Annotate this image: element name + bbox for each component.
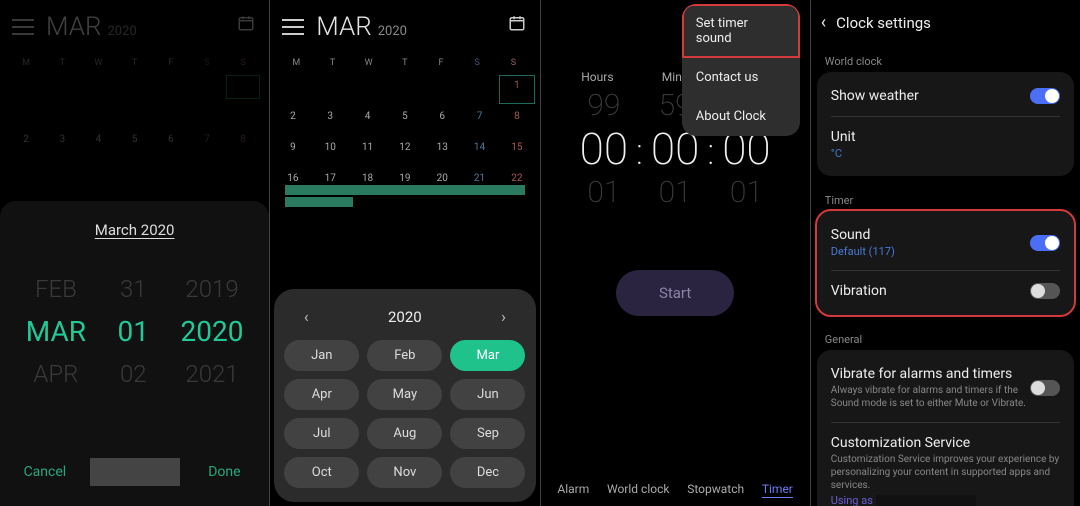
menu-about-clock[interactable]: About Clock bbox=[682, 97, 800, 136]
overflow-menu: Set timer sound Contact us About Clock bbox=[682, 4, 800, 136]
calendar-icon[interactable] bbox=[508, 14, 526, 32]
toggle-vibrate-alarms[interactable] bbox=[1030, 380, 1060, 396]
bottom-tabs: Alarm World clock Stopwatch Timer bbox=[541, 482, 810, 496]
menu-icon[interactable] bbox=[282, 19, 304, 35]
month-oct[interactable]: Oct bbox=[284, 457, 359, 488]
header-month: MAR bbox=[316, 12, 372, 42]
back-icon[interactable]: ‹ bbox=[821, 12, 826, 33]
year-wheel[interactable]: 2019 2020 2021 bbox=[181, 275, 244, 388]
month-mar[interactable]: Mar bbox=[450, 340, 525, 371]
month-apr[interactable]: Apr bbox=[284, 379, 359, 410]
tab-world-clock[interactable]: World clock bbox=[607, 482, 669, 496]
picker-year: 2020 bbox=[388, 308, 422, 326]
next-year-button[interactable]: › bbox=[491, 307, 515, 326]
tab-stopwatch[interactable]: Stopwatch bbox=[687, 482, 744, 496]
row-sound[interactable]: SoundDefault (117) bbox=[817, 215, 1074, 270]
month-feb[interactable]: Feb bbox=[367, 340, 442, 371]
toggle-sound[interactable] bbox=[1030, 235, 1060, 251]
month-jun[interactable]: Jun bbox=[450, 379, 525, 410]
section-timer: Timer bbox=[811, 184, 1080, 211]
month-jan[interactable]: Jan bbox=[284, 340, 359, 371]
date-picker-sheet: March 2020 FEB MAR APR 31 01 02 2019 202… bbox=[0, 201, 269, 506]
page-title: Clock settings bbox=[836, 14, 931, 32]
tab-timer[interactable]: Timer bbox=[762, 482, 793, 496]
month-dec[interactable]: Dec bbox=[450, 457, 525, 488]
calendar-grid[interactable]: 1 2345678 9101112131415 16171819202122 bbox=[270, 72, 539, 200]
done-button[interactable]: Done bbox=[180, 450, 270, 494]
redacted-text bbox=[876, 495, 976, 506]
month-picker-sheet: ‹ 2020 › Jan Feb Mar Apr May Jun Jul Aug… bbox=[274, 289, 535, 502]
month-jul[interactable]: Jul bbox=[284, 418, 359, 449]
toggle-show-weather[interactable] bbox=[1030, 88, 1060, 104]
prev-year-button[interactable]: ‹ bbox=[294, 307, 318, 326]
row-unit[interactable]: Unit°C bbox=[817, 117, 1074, 172]
header-year: 2020 bbox=[378, 24, 407, 39]
month-aug[interactable]: Aug bbox=[367, 418, 442, 449]
toggle-vibration[interactable] bbox=[1030, 283, 1060, 299]
day-headers: MTWTFSS bbox=[270, 50, 539, 72]
row-show-weather[interactable]: Show weather bbox=[817, 76, 1074, 116]
sheet-title: March 2020 bbox=[10, 221, 259, 239]
section-world-clock: World clock bbox=[811, 45, 1080, 72]
month-wheel[interactable]: FEB MAR APR bbox=[26, 275, 86, 388]
month-nov[interactable]: Nov bbox=[367, 457, 442, 488]
day-wheel[interactable]: 31 01 02 bbox=[118, 275, 149, 388]
tab-alarm[interactable]: Alarm bbox=[557, 482, 589, 496]
start-button[interactable]: Start bbox=[616, 270, 734, 316]
row-vibration[interactable]: Vibration bbox=[817, 271, 1074, 311]
section-general: General bbox=[811, 323, 1080, 350]
cancel-button[interactable]: Cancel bbox=[0, 450, 90, 494]
month-grid: Jan Feb Mar Apr May Jun Jul Aug Sep Oct … bbox=[284, 340, 525, 488]
menu-contact-us[interactable]: Contact us bbox=[682, 58, 800, 97]
month-sep[interactable]: Sep bbox=[450, 418, 525, 449]
row-customization[interactable]: Customization Service Customization Serv… bbox=[817, 423, 1074, 506]
month-may[interactable]: May bbox=[367, 379, 442, 410]
row-vibrate-alarms[interactable]: Vibrate for alarms and timersAlways vibr… bbox=[817, 354, 1074, 422]
menu-set-timer-sound[interactable]: Set timer sound bbox=[682, 4, 800, 58]
